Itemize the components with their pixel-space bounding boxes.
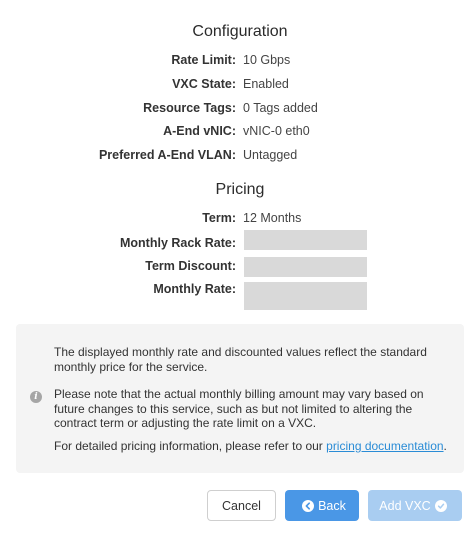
vxc-state-row: VXC State: Enabled <box>0 77 474 99</box>
add-vxc-button[interactable]: Add VXC <box>368 490 462 521</box>
resource-tags-label: Resource Tags: <box>143 101 236 115</box>
monthly-rate-label: Monthly Rate: <box>153 282 236 296</box>
term-discount-placeholder <box>244 257 367 277</box>
rate-limit-row: Rate Limit: 10 Gbps <box>0 53 474 75</box>
rate-limit-value: 10 Gbps <box>243 53 291 67</box>
monthly-rack-rate-row: Monthly Rack Rate: <box>0 230 474 258</box>
info-paragraph-billing-variance: Please note that the actual monthly bill… <box>54 387 424 430</box>
term-label: Term: <box>202 211 236 225</box>
term-value: 12 Months <box>243 211 302 225</box>
info-paragraph-standard-price: The displayed monthly rate and discounte… <box>54 345 427 374</box>
a-end-vlan-label: Preferred A-End VLAN: <box>98 148 236 162</box>
a-end-vnic-label: A-End vNIC: <box>163 124 236 138</box>
info-doc-suffix: . <box>443 439 447 453</box>
a-end-vnic-row: A-End vNIC: vNIC-0 eth0 <box>0 124 474 146</box>
check-icon <box>434 499 447 512</box>
back-button-label: Back <box>318 498 346 513</box>
monthly-rack-rate-placeholder <box>244 230 367 250</box>
info-icon: i <box>30 391 42 403</box>
info-doc-prefix: For detailed pricing information, please… <box>54 439 327 453</box>
a-end-vlan-row: Preferred A-End VLAN: Untagged <box>0 148 474 170</box>
pricing-documentation-link[interactable]: pricing documentation <box>326 439 443 453</box>
monthly-rate-row: Monthly Rate: <box>0 282 474 310</box>
term-discount-label: Term Discount: <box>145 259 236 273</box>
a-end-vnic-value: vNIC-0 eth0 <box>243 124 310 138</box>
term-row: Term: 12 Months <box>0 211 474 233</box>
cancel-button[interactable]: Cancel <box>207 490 276 521</box>
back-button[interactable]: Back <box>285 490 359 521</box>
monthly-rack-rate-label: Monthly Rack Rate: <box>120 236 236 250</box>
cancel-button-label: Cancel <box>222 498 261 513</box>
resource-tags-row: Resource Tags: 0 Tags added <box>0 101 474 123</box>
info-paragraph-documentation: For detailed pricing information, please… <box>54 439 454 454</box>
rate-limit-label: Rate Limit: <box>171 53 236 67</box>
term-discount-row: Term Discount: <box>0 257 474 281</box>
monthly-rate-placeholder <box>244 282 367 310</box>
vxc-state-value: Enabled <box>243 77 289 91</box>
add-vxc-button-label: Add VXC <box>379 498 431 513</box>
pricing-title: Pricing <box>215 181 265 198</box>
arrow-left-icon <box>302 499 315 512</box>
vxc-state-label: VXC State: <box>172 77 236 91</box>
pricing-info-box: i The displayed monthly rate and discoun… <box>16 324 464 473</box>
resource-tags-value: 0 Tags added <box>243 101 318 115</box>
configuration-title: Configuration <box>192 23 288 40</box>
a-end-vlan-value: Untagged <box>243 148 298 162</box>
